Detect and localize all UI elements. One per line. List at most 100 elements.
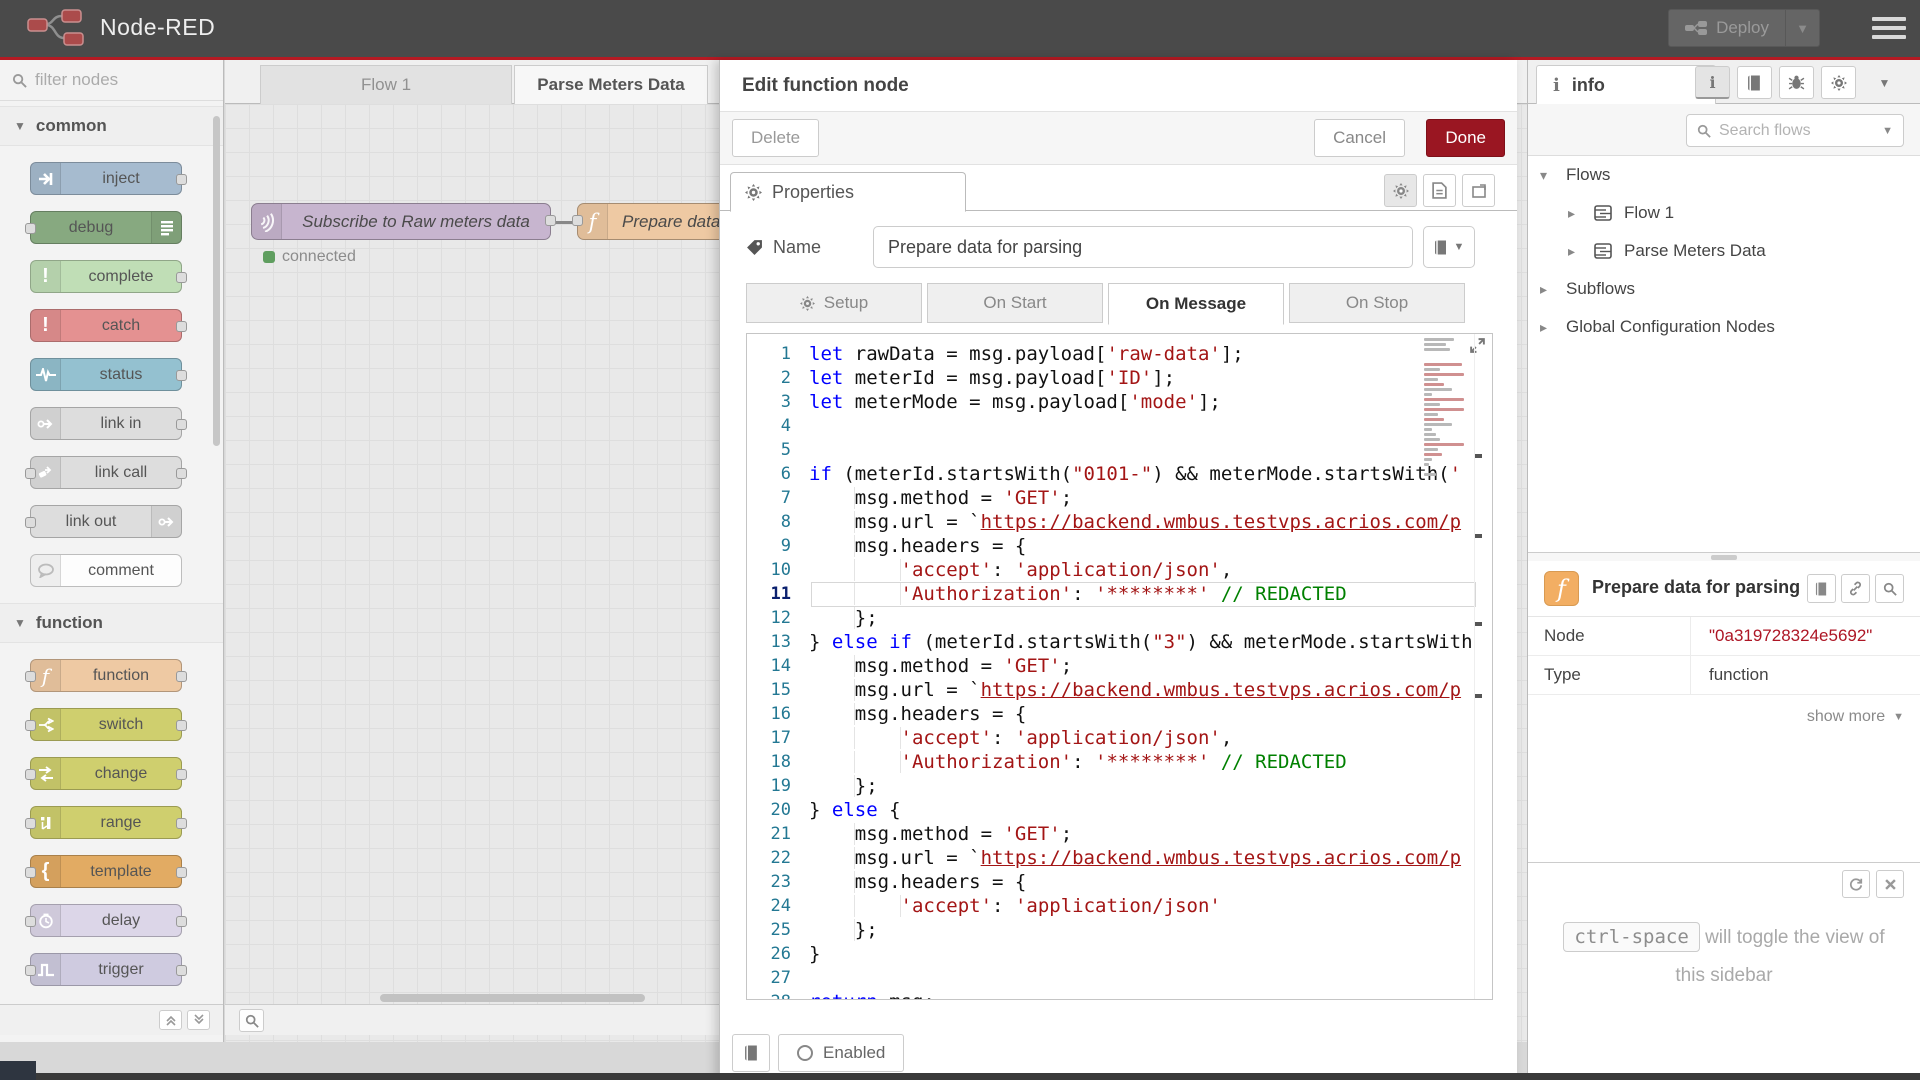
palette-node-switch[interactable]: switch — [25, 708, 187, 741]
palette-expand-all-button[interactable] — [187, 1010, 210, 1030]
palette-node-change[interactable]: change — [25, 757, 187, 790]
palette-scrollbar[interactable] — [213, 102, 222, 502]
node-link-button[interactable] — [1841, 574, 1870, 603]
palette-node-link-out[interactable]: link out — [25, 505, 182, 538]
code-line-10[interactable]: 10 'accept': 'application/json', — [747, 558, 1492, 582]
code-editor[interactable]: 1 let rawData = msg.payload['raw-data']; 2… — [746, 333, 1493, 1000]
search-flows-input[interactable]: Search flows ▼ — [1686, 114, 1904, 147]
workspace-tab-Parse-Meters-Data[interactable]: Parse Meters Data — [514, 65, 708, 104]
code-line-6[interactable]: 6 if (meterId.startsWith("0101-") && mete… — [747, 462, 1492, 486]
palette-node-catch[interactable]: ! catch — [30, 309, 187, 342]
chevron-right-icon[interactable]: ▸ — [1568, 243, 1582, 260]
editor-scrollbar[interactable] — [1474, 334, 1484, 999]
node-settings-button[interactable] — [1384, 174, 1417, 207]
code-line-13[interactable]: 13} else if (meterId.startsWith("3") && … — [747, 630, 1492, 654]
deploy-button-main[interactable]: Deploy — [1669, 18, 1785, 38]
node-description-footer-button[interactable] — [732, 1034, 770, 1072]
palette-category-function[interactable]: ▼ function — [0, 603, 223, 643]
palette-node-function[interactable]: f function — [25, 659, 187, 692]
sidebar-info-button[interactable]: i — [1695, 66, 1730, 99]
palette-node-inject[interactable]: inject — [30, 162, 187, 195]
code-line-21[interactable]: 21 msg.method = 'GET'; — [747, 822, 1492, 846]
expand-dialog-button[interactable] — [1462, 174, 1495, 207]
code-line-22[interactable]: 22 msg.url = `https://backend.wmbus.test… — [747, 846, 1492, 870]
palette-node-trigger[interactable]: trigger — [25, 953, 187, 986]
workspace-search-button[interactable] — [239, 1009, 264, 1032]
sidebar-debug-button[interactable] — [1779, 66, 1814, 99]
code-line-27[interactable]: 27 — [747, 966, 1492, 990]
mqtt-node-output-port[interactable] — [545, 215, 556, 226]
code-line-2[interactable]: 2 let meterId = msg.payload['ID']; — [747, 366, 1492, 390]
code-line-16[interactable]: 16 msg.headers = { — [747, 702, 1492, 726]
code-line-17[interactable]: 17 'accept': 'application/json', — [747, 726, 1492, 750]
palette-node-status[interactable]: status — [30, 358, 187, 391]
code-line-11[interactable]: 11 'Authorization': '********' // REDACT… — [747, 582, 1492, 607]
code-line-4[interactable]: 4 — [747, 414, 1492, 438]
code-line-25[interactable]: 25 }; — [747, 918, 1492, 942]
deploy-button[interactable]: Deploy ▼ — [1668, 9, 1820, 47]
tab-info[interactable]: i info — [1536, 65, 1716, 104]
tab-setup[interactable]: Setup — [746, 283, 922, 323]
sidebar-help-button[interactable] — [1737, 66, 1772, 99]
code-line-5[interactable]: 5 — [747, 438, 1492, 462]
node-search-button[interactable] — [1875, 574, 1904, 603]
tab-on-start[interactable]: On Start — [927, 283, 1103, 323]
tip-refresh-button[interactable] — [1842, 870, 1870, 898]
palette-filter[interactable]: filter nodes — [0, 60, 223, 101]
workspace-tab-Flow-1[interactable]: Flow 1 — [260, 65, 512, 104]
tree-item-global-configuration-nodes[interactable]: ▸ Global Configuration Nodes — [1528, 308, 1920, 346]
workspace-horizontal-scrollbar[interactable] — [380, 994, 720, 1004]
main-menu-button[interactable] — [1872, 13, 1906, 43]
palette-category-common[interactable]: ▼ common — [0, 106, 223, 146]
code-line-19[interactable]: 19 }; — [747, 774, 1492, 798]
palette-node-link-in[interactable]: link in — [30, 407, 187, 440]
chevron-right-icon[interactable]: ▸ — [1540, 319, 1554, 336]
palette-node-link-call[interactable]: link call — [25, 456, 187, 489]
minimap[interactable] — [1424, 338, 1466, 478]
palette-collapse-all-button[interactable] — [159, 1010, 182, 1030]
chevron-right-icon[interactable]: ▸ — [1568, 205, 1582, 222]
function-node-input-port[interactable] — [572, 215, 583, 226]
code-line-7[interactable]: 7 msg.method = 'GET'; — [747, 486, 1492, 510]
code-line-15[interactable]: 15 msg.url = `https://backend.wmbus.test… — [747, 678, 1492, 702]
code-line-26[interactable]: 26} — [747, 942, 1492, 966]
palette-node-delay[interactable]: delay — [25, 904, 187, 937]
tree-item-flow-1[interactable]: ▸ Flow 1 — [1528, 194, 1920, 232]
name-label-options-button[interactable]: ▼ — [1423, 226, 1475, 268]
code-line-20[interactable]: 20} else { — [747, 798, 1492, 822]
code-line-8[interactable]: 8 msg.url = `https://backend.wmbus.testv… — [747, 510, 1492, 534]
code-line-3[interactable]: 3 let meterMode = msg.payload['mode']; — [747, 390, 1492, 414]
tree-item-parse-meters-data[interactable]: ▸ Parse Meters Data — [1528, 232, 1920, 270]
tab-on-stop[interactable]: On Stop — [1289, 283, 1465, 323]
palette-node-complete[interactable]: ! complete — [30, 260, 187, 293]
tab-on-message[interactable]: On Message — [1108, 283, 1284, 325]
node-help-button[interactable] — [1807, 574, 1836, 603]
tip-close-button[interactable] — [1876, 870, 1904, 898]
palette-node-debug[interactable]: debug — [25, 211, 182, 244]
show-more-link[interactable]: show more ▼ — [1807, 708, 1904, 726]
code-line-28[interactable]: 28return msg; — [747, 990, 1492, 999]
deploy-options-caret[interactable]: ▼ — [1785, 10, 1819, 46]
sidebar-menu-caret[interactable]: ▼ — [1867, 66, 1902, 99]
code-line-14[interactable]: 14 msg.method = 'GET'; — [747, 654, 1492, 678]
tab-properties[interactable]: Properties — [730, 172, 966, 212]
palette-node-comment[interactable]: comment — [30, 554, 182, 587]
delete-button[interactable]: Delete — [732, 119, 820, 157]
palette-node-template[interactable]: {template — [25, 855, 187, 888]
palette-node-range[interactable]: range — [25, 806, 187, 839]
mqtt-subscribe-node[interactable]: Subscribe to Raw meters data — [251, 203, 556, 240]
chevron-right-icon[interactable]: ▸ — [1540, 281, 1554, 298]
code-line-1[interactable]: 1 let rawData = msg.payload['raw-data']; — [747, 342, 1492, 366]
code-line-9[interactable]: 9 msg.headers = { — [747, 534, 1492, 558]
tree-item-flows[interactable]: ▾ Flows — [1528, 156, 1920, 194]
sidebar-splitter[interactable] — [1528, 552, 1920, 561]
node-enabled-toggle[interactable]: Enabled — [778, 1034, 905, 1072]
code-line-24[interactable]: 24 'accept': 'application/json' — [747, 894, 1492, 918]
code-line-23[interactable]: 23 msg.headers = { — [747, 870, 1492, 894]
node-description-button[interactable] — [1423, 174, 1456, 207]
node-name-input[interactable] — [873, 226, 1413, 268]
sidebar-config-button[interactable] — [1821, 66, 1856, 99]
tree-item-subflows[interactable]: ▸ Subflows — [1528, 270, 1920, 308]
code-line-18[interactable]: 18 'Authorization': '********' // REDACT… — [747, 750, 1492, 774]
cancel-button[interactable]: Cancel — [1314, 119, 1405, 157]
